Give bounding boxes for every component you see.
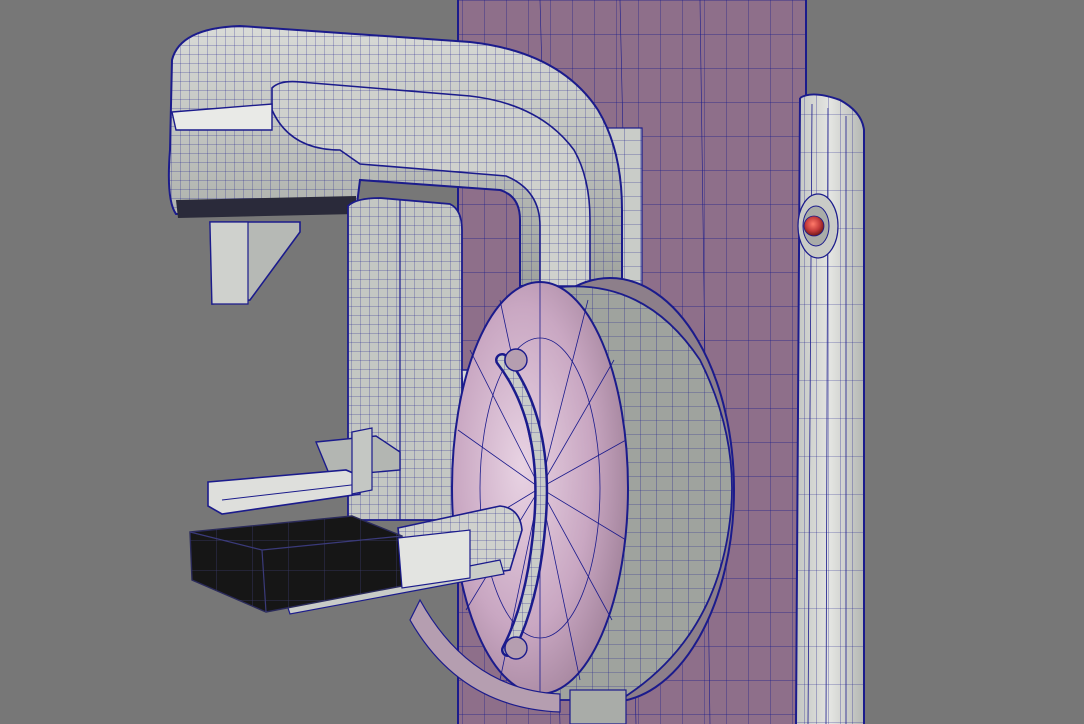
side-column[interactable] xyxy=(795,93,865,724)
indicator-light[interactable] xyxy=(797,193,839,259)
viewport-canvas[interactable] xyxy=(0,0,1084,724)
modeling-viewport[interactable] xyxy=(0,0,1084,724)
